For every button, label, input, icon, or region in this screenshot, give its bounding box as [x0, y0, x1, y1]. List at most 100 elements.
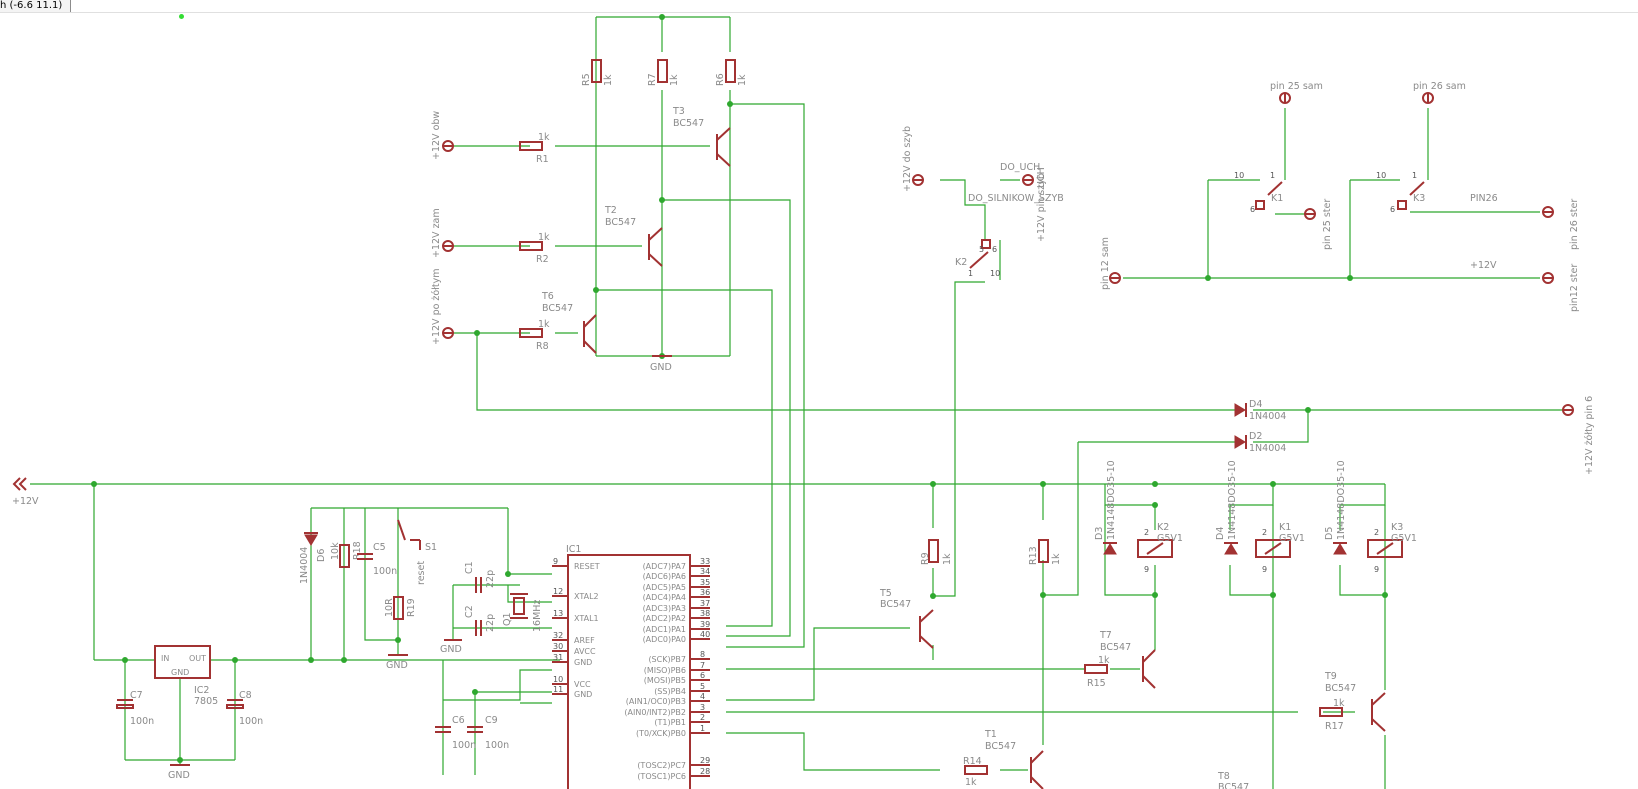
connector-plus12-obw[interactable]: +12V obw — [431, 111, 454, 160]
resistor-r2[interactable]: 1k R2 — [519, 232, 550, 265]
resistor-r5[interactable]: R5 1k — [581, 59, 614, 86]
svg-text:GND: GND — [386, 660, 408, 671]
svg-text:(SCK)PB7: (SCK)PB7 — [648, 655, 686, 664]
svg-text:D4: D4 — [1249, 399, 1262, 410]
svg-text:GND: GND — [574, 658, 592, 667]
svg-text:6: 6 — [1250, 205, 1255, 214]
connector-plus12-zam[interactable]: +12V zam — [431, 208, 454, 258]
svg-text:pin 25 sam: pin 25 sam — [1270, 81, 1323, 92]
svg-text:(AIN1/OC0)PB3: (AIN1/OC0)PB3 — [626, 697, 686, 706]
svg-text:1k: 1k — [538, 132, 550, 143]
svg-text:R15: R15 — [1087, 678, 1106, 689]
relay-k1-contact[interactable]: K1 10 1 6 — [1234, 171, 1283, 214]
schematic-canvas[interactable]: R5 1k R7 1k R6 1k 1k R1 1k R2 1k R8 10k … — [0, 0, 1638, 789]
connector-pin25-sam[interactable]: pin 25 sam — [1270, 81, 1323, 104]
svg-text:AVCC: AVCC — [574, 647, 596, 656]
capacitor-c2[interactable]: C2 22p — [464, 605, 496, 636]
resistor-r19[interactable]: 10R R19 — [384, 596, 417, 620]
wires — [30, 16, 1568, 789]
resistor-r17[interactable]: 1k R17 — [1319, 698, 1345, 732]
diode-d3[interactable]: D3 1N4148DO35-10 — [1094, 460, 1117, 555]
svg-text:33: 33 — [700, 557, 710, 566]
ic1-pin-left-9[interactable]: 9 RESET — [552, 557, 600, 571]
resistor-r13[interactable]: R13 1k — [1028, 539, 1062, 565]
svg-text:GND: GND — [650, 362, 672, 373]
transistor-t5[interactable]: T5 BC547 — [879, 588, 934, 649]
svg-text:K1: K1 — [1271, 193, 1283, 204]
svg-text:38: 38 — [700, 609, 710, 618]
svg-text:7: 7 — [700, 661, 705, 670]
regulator-ic2[interactable]: IN OUT GND IC2 7805 — [154, 645, 218, 707]
relay-k3-coil[interactable]: K3 G5V1 2 9 — [1367, 522, 1417, 574]
capacitor-c1[interactable]: C1 22p — [464, 561, 496, 593]
switch-s1[interactable]: S1 reset — [397, 519, 437, 585]
svg-text:28: 28 — [700, 767, 710, 776]
resistor-r15[interactable]: 1k R15 — [1084, 655, 1110, 689]
svg-text:D4: D4 — [1215, 527, 1226, 540]
svg-text:+12V obw: +12V obw — [431, 111, 442, 160]
connector-plus12-szyb[interactable]: +12V do szyb — [902, 126, 924, 192]
svg-text:BC547: BC547 — [542, 303, 573, 314]
transistor-t3[interactable]: T3 BC547 — [672, 106, 731, 167]
diode-d4-bottom[interactable]: D4 1N4148DO35-10 — [1215, 460, 1238, 555]
svg-text:34: 34 — [700, 567, 710, 576]
svg-text:+12V żółty pin 6: +12V żółty pin 6 — [1584, 396, 1595, 475]
svg-text:+12V zam: +12V zam — [431, 208, 442, 258]
relay-k2-contact[interactable]: K2 1 10 5 6 — [955, 239, 1000, 278]
svg-text:9: 9 — [1374, 565, 1379, 574]
svg-text:T9: T9 — [1324, 671, 1337, 682]
capacitor-c7[interactable]: C7 100n — [116, 690, 154, 727]
svg-text:+12V pin szyb: +12V pin szyb — [1036, 173, 1047, 242]
svg-text:(ADC4)PA4: (ADC4)PA4 — [643, 593, 686, 602]
svg-text:10: 10 — [1376, 171, 1386, 180]
ic1-pin-left-13[interactable]: 13 XTAL1 — [552, 609, 599, 623]
relay-k1-coil[interactable]: K1 G5V1 2 9 — [1255, 522, 1305, 574]
connector-pin26-sam[interactable]: pin 26 sam — [1413, 81, 1466, 104]
connector-pin26-ster[interactable]: pin 26 ster PIN26 — [1470, 193, 1580, 250]
diode-d5[interactable]: D5 1N4148DO35-10 — [1324, 460, 1347, 555]
resistor-r9[interactable]: R9 1k — [920, 539, 953, 565]
svg-text:10R: 10R — [384, 598, 395, 617]
transistor-t2[interactable]: T2 BC547 — [604, 205, 663, 267]
transistor-t8[interactable]: T8 BC547 — [1217, 771, 1249, 789]
svg-text:XTAL2: XTAL2 — [574, 592, 599, 601]
connector-pin12-ster[interactable]: pin12 ster +12V — [1470, 260, 1580, 312]
svg-text:T1: T1 — [984, 729, 997, 740]
svg-text:(MOSI)PB5: (MOSI)PB5 — [644, 676, 686, 685]
diode-d2[interactable]: D2 1N4004 — [1234, 431, 1286, 454]
svg-text:T8: T8 — [1217, 771, 1230, 782]
relay-k3-contact[interactable]: K3 10 1 6 — [1376, 171, 1425, 214]
svg-text:36: 36 — [700, 588, 710, 597]
svg-text:100n: 100n — [239, 716, 263, 727]
svg-text:1: 1 — [1412, 171, 1417, 180]
resistor-r14[interactable]: R14 1k — [963, 756, 988, 788]
diode-d4-top[interactable]: D4 1N4004 — [1234, 399, 1286, 422]
connector-pin12-sam[interactable]: pin 12 sam — [1100, 237, 1121, 290]
svg-text:13: 13 — [553, 609, 563, 618]
svg-text:22p: 22p — [485, 614, 496, 632]
svg-text:BC547: BC547 — [1100, 642, 1131, 653]
connector-do-silnikow[interactable]: DO_SILNIKOW_SZYB +12V pin szyb — [968, 173, 1064, 242]
transistor-t1[interactable]: T1 BC547 — [984, 729, 1044, 789]
capacitor-c5[interactable]: C5 100n — [357, 542, 397, 577]
connector-plus12-zolty[interactable]: +12V po żółtym — [431, 268, 454, 345]
capacitor-c8[interactable]: C8 100n — [226, 690, 263, 727]
supply-plus12-left[interactable]: +12V — [12, 477, 39, 507]
svg-text:R18: R18 — [352, 541, 363, 560]
relay-k2-coil[interactable]: K2 G5V1 2 9 — [1137, 522, 1183, 574]
connector-plus12-zolty-pin6[interactable]: +12V żółty pin 6 — [1562, 396, 1595, 475]
svg-text:(TOSC2)PC7: (TOSC2)PC7 — [637, 761, 686, 770]
ic1-pin-left-12[interactable]: 12 XTAL2 — [552, 587, 599, 601]
svg-text:6: 6 — [700, 671, 705, 680]
diode-d6[interactable]: 1N4004 D6 — [299, 532, 327, 584]
svg-text:+12V: +12V — [1470, 260, 1497, 271]
resistor-r8[interactable]: 1k R8 — [519, 319, 550, 352]
connector-pin25-ster[interactable]: pin 25 ster — [1304, 199, 1333, 250]
svg-text:C1: C1 — [464, 561, 475, 574]
svg-text:1k: 1k — [737, 74, 748, 86]
resistor-r7[interactable]: R7 1k — [647, 59, 680, 86]
resistor-r1[interactable]: 1k R1 — [519, 132, 550, 165]
resistor-r6[interactable]: R6 1k — [715, 59, 748, 86]
svg-text:K2: K2 — [955, 257, 967, 268]
svg-text:D2: D2 — [1249, 431, 1262, 442]
